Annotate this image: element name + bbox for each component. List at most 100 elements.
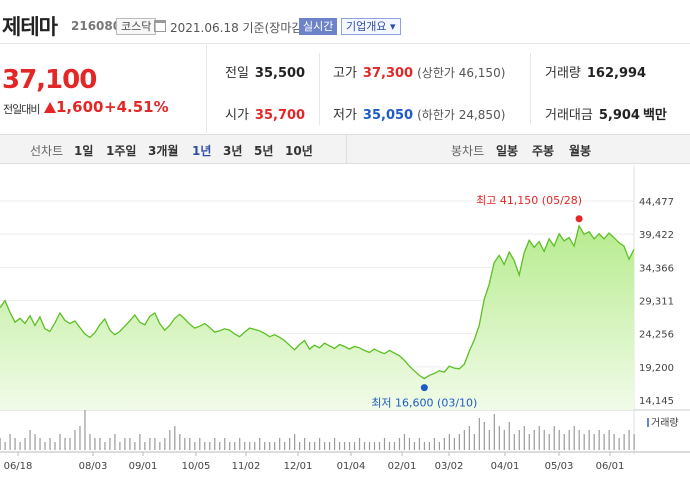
volume-bar bbox=[353, 442, 356, 450]
tab-daily[interactable]: 일봉 bbox=[496, 142, 518, 159]
tab-1d[interactable]: 1일 bbox=[74, 142, 93, 159]
stock-name: 제테마 bbox=[2, 15, 58, 39]
current-price: 37,100 bbox=[2, 65, 97, 95]
volume-bar bbox=[383, 438, 386, 450]
volume-bar bbox=[403, 434, 406, 450]
candle-chart-label: 봉차트 bbox=[451, 144, 485, 158]
volume-bar bbox=[4, 442, 6, 450]
realtime-button[interactable]: 실시간 bbox=[299, 18, 338, 35]
volume-bar bbox=[294, 434, 296, 450]
tab-5y[interactable]: 5년 bbox=[254, 142, 273, 159]
volume-bar bbox=[523, 426, 525, 450]
y-tick-label: 44,477 bbox=[639, 197, 674, 208]
high-marker bbox=[575, 215, 583, 223]
x-tick-label: 06/18 bbox=[4, 461, 33, 472]
volume-bar bbox=[164, 438, 166, 450]
stock-code: 216080 bbox=[71, 19, 122, 33]
tab-monthly[interactable]: 월봉 bbox=[569, 142, 591, 159]
volume-bar bbox=[94, 438, 96, 450]
volume-bar bbox=[463, 430, 465, 450]
volume-bar bbox=[578, 430, 580, 450]
stat-amount: 거래대금 5,904 백만 bbox=[545, 108, 667, 123]
tab-3y[interactable]: 3년 bbox=[223, 142, 242, 159]
base-date: 2021.06.18 기준(장마감) bbox=[170, 21, 308, 35]
volume-bar bbox=[149, 438, 151, 450]
volume-bar bbox=[503, 430, 505, 450]
volume-bar bbox=[214, 438, 216, 450]
x-tick-label: 12/01 bbox=[284, 461, 313, 472]
up-arrow-icon bbox=[44, 102, 56, 113]
volume-bar bbox=[204, 442, 206, 450]
volume-bar bbox=[628, 430, 630, 450]
volume-bar bbox=[488, 430, 490, 450]
volume-bar bbox=[39, 438, 41, 450]
volume-bar bbox=[264, 442, 266, 450]
volume-bar bbox=[363, 442, 366, 450]
tab-10y[interactable]: 10년 bbox=[285, 142, 313, 159]
volume-bar bbox=[553, 426, 555, 450]
volume-bar bbox=[279, 438, 281, 450]
volume-bar bbox=[14, 438, 16, 450]
tab-weekly[interactable]: 주봉 bbox=[532, 142, 554, 159]
volume-bar bbox=[333, 438, 336, 450]
volume-bar bbox=[368, 442, 371, 450]
volume-bar bbox=[74, 430, 76, 450]
volume-bar bbox=[558, 430, 560, 450]
volume-bar bbox=[274, 442, 276, 450]
stat-low: 저가 35,050 (하한가 24,850) bbox=[333, 108, 506, 123]
volume-bar bbox=[498, 426, 500, 450]
volume-bar bbox=[438, 442, 441, 450]
volume-bar bbox=[468, 426, 470, 450]
x-tick-label: 10/05 bbox=[182, 461, 211, 472]
volume-bar bbox=[179, 434, 181, 450]
volume-bar bbox=[9, 434, 11, 450]
x-tick-label: 08/03 bbox=[79, 461, 108, 472]
volume-bar bbox=[328, 442, 331, 450]
volume-bar bbox=[483, 422, 485, 450]
tab-3m[interactable]: 3개월 bbox=[148, 142, 178, 159]
chart-tabs: 선차트 1일 1주일 3개월 1년 3년 5년 10년 봉차트 일봉 주봉 월봉 bbox=[0, 134, 690, 164]
volume-bar bbox=[493, 414, 495, 450]
x-tick-label: 11/02 bbox=[232, 461, 261, 472]
tab-1w[interactable]: 1주일 bbox=[106, 142, 136, 159]
y-tick-label: 14,145 bbox=[639, 396, 674, 407]
volume-bar bbox=[418, 438, 421, 450]
volume-bar bbox=[209, 442, 211, 450]
volume-bar bbox=[29, 430, 31, 450]
volume-bar bbox=[528, 434, 530, 450]
volume-bar bbox=[0, 438, 1, 450]
y-tick-label: 29,311 bbox=[639, 297, 674, 308]
volume-bar bbox=[109, 438, 111, 450]
volume-bar bbox=[338, 442, 341, 450]
volume-bar bbox=[239, 438, 241, 450]
volume-bar bbox=[518, 430, 520, 450]
price-stats: 전일 35,500 고가 37,300 (상한가 46,150) 거래량 162,994… bbox=[207, 45, 690, 133]
volume-bar bbox=[573, 426, 575, 450]
x-tick-label: 03/02 bbox=[435, 461, 464, 472]
prev-change-label: 전일대비 bbox=[3, 103, 40, 116]
volume-bar bbox=[269, 442, 271, 450]
volume-bar bbox=[443, 438, 445, 450]
volume-bar bbox=[343, 442, 346, 450]
volume-bar bbox=[548, 434, 550, 450]
volume-bar bbox=[234, 442, 236, 450]
volume-bar bbox=[373, 442, 376, 450]
volume-bar bbox=[79, 426, 81, 450]
volume-bar bbox=[249, 442, 251, 450]
tab-1y[interactable]: 1년 bbox=[192, 142, 211, 159]
y-tick-label: 34,366 bbox=[639, 263, 674, 274]
volume-bar bbox=[314, 442, 316, 450]
volume-bar bbox=[598, 430, 600, 450]
volume-bar bbox=[169, 430, 171, 450]
y-tick-label: 19,200 bbox=[639, 363, 674, 374]
price-summary: 37,100 전일대비 1,600 +4.51% bbox=[0, 45, 207, 133]
volume-bar bbox=[159, 442, 161, 450]
volume-bar bbox=[284, 442, 286, 450]
company-overview-dropdown[interactable]: 기업개요 ▾ bbox=[341, 18, 401, 35]
volume-bar bbox=[543, 430, 545, 450]
low-marker bbox=[420, 384, 428, 392]
volume-bar bbox=[453, 438, 455, 450]
volume-bar bbox=[49, 438, 51, 450]
volume-bar bbox=[378, 442, 381, 450]
volume-bar bbox=[458, 434, 460, 450]
